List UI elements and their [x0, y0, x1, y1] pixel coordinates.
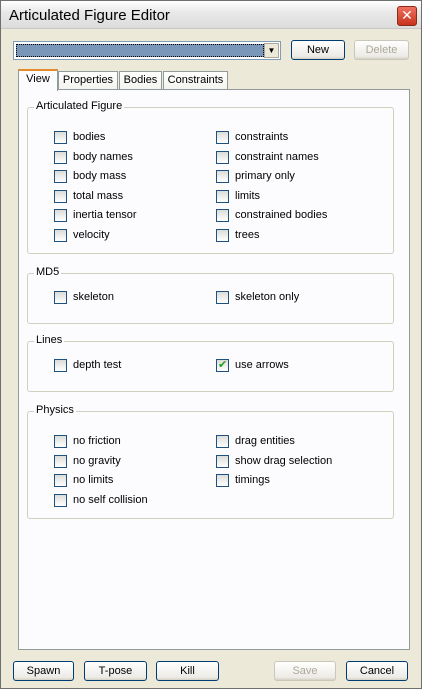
figure-select-value [16, 44, 264, 57]
tab-bodies[interactable]: Bodies [119, 71, 162, 89]
delete-button[interactable]: Delete [354, 40, 409, 60]
checkbox-box[interactable] [216, 209, 229, 223]
checkbox-label: velocity [73, 229, 110, 241]
checkbox-box[interactable] [216, 170, 229, 184]
checkbox-box[interactable] [54, 189, 67, 203]
checkbox-box[interactable] [54, 209, 67, 223]
checkbox-box[interactable] [54, 474, 67, 488]
checkbox-label: show drag selection [235, 454, 333, 467]
group-title: MD5 [34, 266, 62, 278]
checkbox-label: bodies [73, 131, 106, 143]
group-title: Physics [34, 404, 76, 416]
view-tab-panel: Articulated Figure bodies body names body … [18, 89, 410, 650]
checkbox-label: no gravity [73, 454, 121, 467]
checkbox-box[interactable] [54, 435, 67, 448]
checkbox-box[interactable] [216, 291, 229, 304]
checkbox-label: timings [235, 474, 270, 487]
check-icon: ✔ [218, 359, 228, 371]
tab-view[interactable]: View [18, 69, 58, 91]
checkbox-label: limits [235, 189, 261, 202]
checkbox-box[interactable] [54, 170, 67, 184]
checkbox-box[interactable] [54, 150, 67, 164]
t-pose-button[interactable]: T-pose [84, 661, 147, 681]
checkbox-label: constraints [235, 131, 289, 143]
checkbox-box[interactable] [54, 493, 67, 507]
new-button[interactable]: New [291, 40, 345, 60]
close-button[interactable]: ✕ [397, 6, 417, 26]
window-title: Articulated Figure Editor [9, 7, 170, 24]
checkbox-label: constrained bodies [235, 209, 328, 222]
md5-group: MD5 skeleton skeleton only [27, 266, 394, 324]
checkbox-label: inertia tensor [73, 209, 137, 222]
checkbox-box[interactable] [216, 189, 229, 203]
checkbox-box[interactable] [54, 229, 67, 242]
tab-properties[interactable]: Properties [58, 71, 118, 89]
chevron-down-icon[interactable]: ▼ [264, 43, 279, 58]
cancel-button[interactable]: Cancel [346, 661, 408, 681]
articulated-figure-group: Articulated Figure bodies body names body … [27, 100, 394, 254]
checkbox-label: depth test [73, 359, 122, 371]
checkbox-label: body names [73, 150, 133, 163]
checkbox-box[interactable] [54, 131, 67, 144]
checkbox-label: drag entities [235, 435, 295, 447]
checkbox-box[interactable] [54, 359, 67, 372]
checkbox-box[interactable] [216, 435, 229, 448]
physics-group: Physics no friction no gravity no limits no… [27, 404, 394, 519]
group-title: Articulated Figure [34, 100, 125, 112]
checkbox-label: no friction [73, 435, 121, 447]
checkbox-label: no self collision [73, 493, 148, 506]
checkbox-label: trees [235, 229, 260, 241]
checkbox-label: total mass [73, 189, 124, 202]
checkbox-box[interactable] [216, 474, 229, 488]
checkbox-box[interactable]: ✔ [216, 359, 229, 372]
tab-constraints[interactable]: Constraints [163, 71, 228, 89]
checkbox-box[interactable] [54, 291, 67, 304]
kill-button[interactable]: Kill [156, 661, 219, 681]
checkbox-label: use arrows [235, 359, 289, 371]
lines-group: Lines depth test ✔ use arrows [27, 334, 394, 392]
checkbox-box[interactable] [54, 454, 67, 468]
checkbox-box[interactable] [216, 150, 229, 164]
checkbox-label: no limits [73, 474, 114, 487]
checkbox-label: constraint names [235, 150, 319, 163]
title-bar: Articulated Figure Editor ✕ [1, 1, 421, 29]
checkbox-label: skeleton [73, 291, 114, 303]
checkbox-box[interactable] [216, 229, 229, 242]
checkbox-box[interactable] [216, 454, 229, 468]
save-button[interactable]: Save [274, 661, 336, 681]
checkbox-box[interactable] [216, 131, 229, 144]
articulated-figure-editor-window: Articulated Figure Editor ✕ ▼ New Delete… [0, 0, 422, 689]
figure-select-dropdown[interactable]: ▼ [13, 41, 281, 60]
checkbox-label: skeleton only [235, 291, 300, 303]
spawn-button[interactable]: Spawn [13, 661, 74, 681]
checkbox-label: primary only [235, 170, 295, 183]
checkbox-label: body mass [73, 170, 127, 183]
group-title: Lines [34, 334, 65, 346]
